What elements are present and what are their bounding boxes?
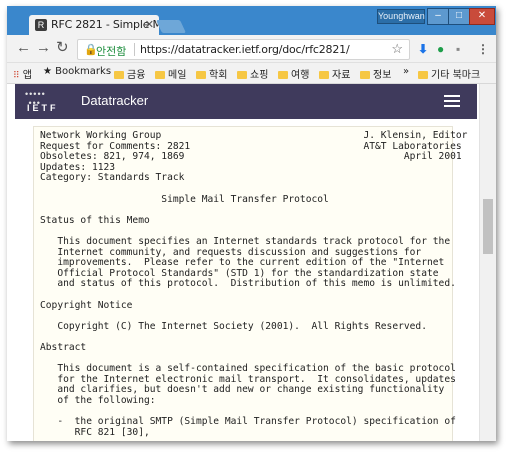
tab-bar: R RFC 2821 - Simple Mail ✕ Younghwan – □…: [7, 6, 496, 35]
rfc-document: Network Working Group J. Klensin, Editor…: [33, 126, 467, 441]
extension-green-icon[interactable]: ●: [437, 43, 444, 55]
apps-grid-icon: ⠿: [13, 71, 20, 81]
close-window-button[interactable]: ✕: [469, 8, 495, 25]
folder-icon: [196, 71, 206, 79]
bookmark-academic[interactable]: 학회: [196, 66, 227, 81]
favicon-icon: R: [35, 19, 47, 31]
browser-window: R RFC 2821 - Simple Mail ✕ Younghwan – □…: [7, 6, 496, 441]
folder-icon: [155, 71, 165, 79]
scrollbar-thumb[interactable]: [483, 199, 493, 254]
address-bar[interactable]: 🔒 안전함 https://datatracker.ietf.org/doc/r…: [77, 39, 410, 60]
minimize-button[interactable]: –: [427, 8, 449, 25]
secure-label: 안전함: [96, 45, 127, 58]
apps-label: 앱: [22, 70, 32, 81]
tab-close-icon[interactable]: ✕: [145, 18, 154, 31]
bookmarks-bar: ⠿ 앱 ★ Bookmarks 금융 메일 학회 쇼핑 여행 자료 정보 » 기…: [7, 63, 496, 84]
bookmark-label: 쇼핑: [250, 70, 269, 81]
site-navbar: ••••• ••• IETF Datatracker: [15, 84, 477, 119]
new-tab-button[interactable]: [155, 20, 187, 33]
bookmark-mail[interactable]: 메일: [155, 66, 186, 81]
bookmark-label: 정보: [373, 70, 392, 81]
url-text[interactable]: https://datatracker.ietf.org/doc/rfc2821…: [140, 43, 350, 56]
folder-icon: [418, 71, 428, 79]
bookmark-finance[interactable]: 금융: [114, 66, 145, 81]
folder-icon: [114, 71, 124, 79]
tab-rfc2821[interactable]: R RFC 2821 - Simple Mail ✕: [29, 15, 174, 35]
bookmark-label: 메일: [168, 70, 187, 81]
folder-icon: [319, 71, 329, 79]
reload-icon[interactable]: ↻: [56, 39, 69, 57]
maximize-button[interactable]: □: [448, 8, 470, 25]
folder-icon: [360, 71, 370, 79]
page-viewport: ••••• ••• IETF Datatracker Network Worki…: [7, 84, 496, 441]
logo-text: IETF: [27, 103, 59, 113]
bookmark-bookmarks[interactable]: ★ Bookmarks: [43, 66, 111, 77]
ietf-logo[interactable]: ••••• ••• IETF: [25, 90, 67, 114]
apps-shortcut[interactable]: ⠿ 앱: [13, 66, 32, 81]
bookmark-star-icon[interactable]: ☆: [391, 41, 403, 57]
site-brand[interactable]: Datatracker: [81, 93, 148, 108]
rfc-text: Network Working Group J. Klensin, Editor…: [40, 130, 468, 438]
extension-download-icon[interactable]: ⬇: [418, 43, 428, 55]
extension-gray-icon[interactable]: ▪: [456, 43, 460, 55]
bookmark-label: 학회: [209, 70, 228, 81]
user-profile-badge[interactable]: Younghwan: [377, 9, 425, 24]
forward-icon[interactable]: →: [36, 39, 51, 57]
page-scrollbar[interactable]: [479, 84, 496, 441]
bookmark-label: Bookmarks: [55, 66, 112, 77]
bookmark-label: 금융: [127, 70, 146, 81]
folder-icon: [237, 71, 247, 79]
folder-icon: [278, 71, 288, 79]
bookmark-info[interactable]: 정보: [360, 66, 391, 81]
bookmark-travel[interactable]: 여행: [278, 66, 309, 81]
menu-dots-icon[interactable]: ⋮: [477, 43, 489, 55]
bookmarks-overflow-button[interactable]: »: [403, 66, 409, 77]
hamburger-menu-icon[interactable]: [444, 95, 460, 107]
other-bookmarks[interactable]: 기타 북마크: [418, 66, 480, 81]
bookmark-label: 자료: [332, 70, 351, 81]
star-icon: ★: [43, 66, 52, 77]
divider: [134, 43, 135, 56]
back-icon[interactable]: ←: [16, 39, 31, 57]
other-bookmarks-label: 기타 북마크: [431, 70, 481, 81]
bookmark-label: 여행: [291, 70, 310, 81]
address-toolbar: ← → ↻ 🔒 안전함 https://datatracker.ietf.org…: [7, 35, 496, 63]
bookmark-materials[interactable]: 자료: [319, 66, 350, 81]
bookmark-shopping[interactable]: 쇼핑: [237, 66, 268, 81]
